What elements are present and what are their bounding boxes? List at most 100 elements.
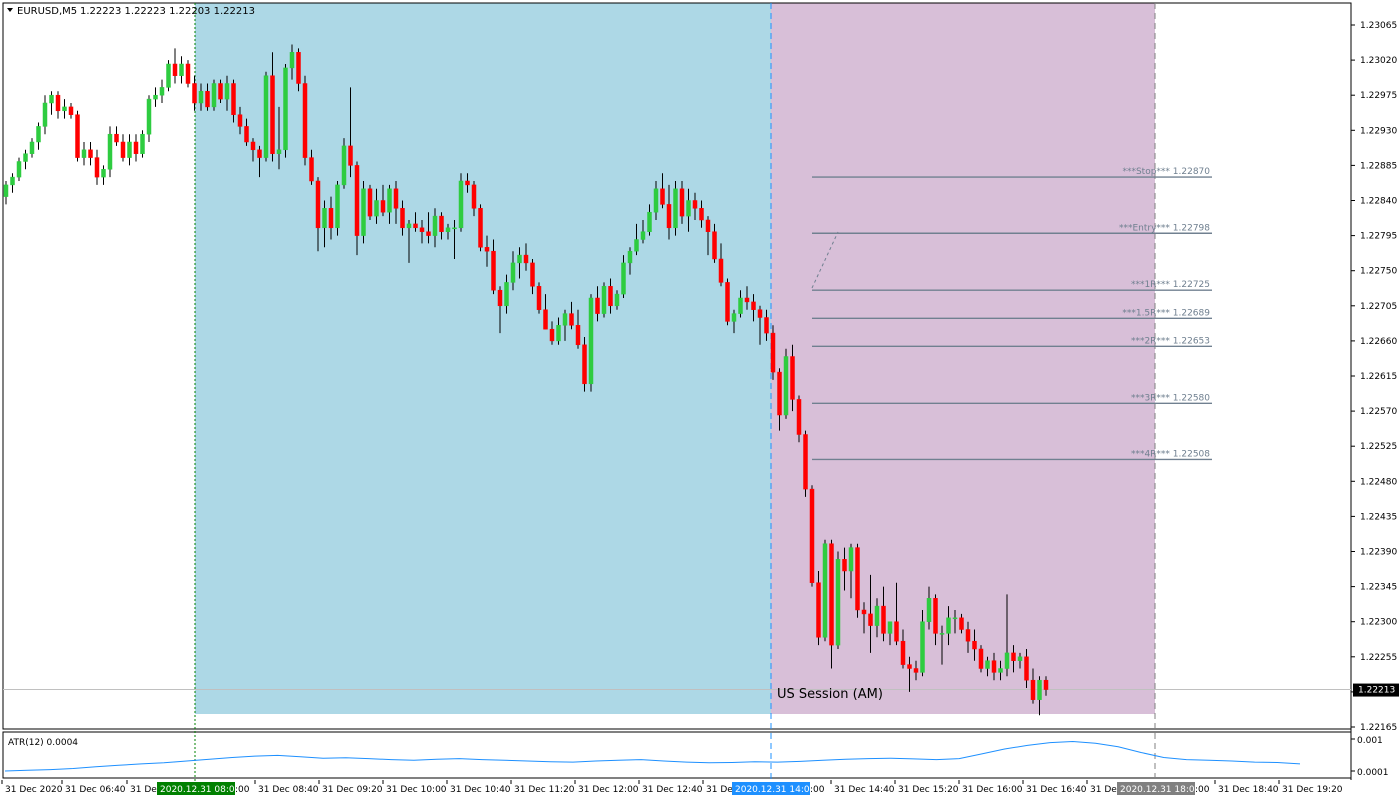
bull-candle bbox=[276, 149, 282, 154]
bull-candle bbox=[361, 188, 366, 236]
bear-candle bbox=[718, 258, 724, 283]
bear-candle bbox=[816, 582, 821, 638]
bear-candle bbox=[491, 250, 496, 291]
bull-candle bbox=[198, 91, 204, 104]
bull-candle bbox=[510, 262, 516, 283]
bull-candle bbox=[146, 98, 152, 135]
price-tick-label: 1.23065 bbox=[1360, 21, 1397, 31]
bear-candle bbox=[861, 609, 867, 615]
bull-candle bbox=[166, 63, 171, 88]
trade-level-label: ***Entry*** 1.22798 bbox=[1119, 223, 1210, 233]
chart-canvas[interactable]: ***Stop*** 1.22870 ***Entry*** 1.22798 ***… bbox=[0, 0, 1400, 800]
bear-candle bbox=[367, 188, 373, 217]
bull-candle bbox=[322, 208, 327, 229]
bull-candle bbox=[731, 313, 737, 322]
bear-candle bbox=[185, 63, 191, 84]
bear-candle bbox=[393, 188, 399, 209]
bear-candle bbox=[413, 223, 418, 229]
bear-candle bbox=[315, 180, 321, 229]
bull-candle bbox=[153, 94, 158, 100]
bull-candle bbox=[374, 200, 379, 217]
price-tick-label: 1.22255 bbox=[1360, 653, 1397, 663]
bull-candle bbox=[517, 254, 522, 264]
bear-candle bbox=[439, 215, 444, 232]
bear-candle bbox=[764, 317, 769, 334]
bull-candle bbox=[432, 215, 438, 236]
bull-candle bbox=[920, 621, 925, 673]
bull-candle bbox=[601, 286, 607, 314]
bull-candle bbox=[556, 325, 561, 342]
bear-candle bbox=[868, 613, 873, 626]
bull-candle bbox=[101, 169, 106, 178]
bull-candle bbox=[29, 141, 35, 154]
session-box-us-am bbox=[771, 3, 1155, 714]
bear-candle bbox=[991, 660, 997, 673]
price-tick-label: 1.22795 bbox=[1360, 232, 1397, 242]
bear-candle bbox=[133, 141, 139, 154]
bear-candle bbox=[257, 149, 262, 158]
time-tick-label: 31 Dec 16:00 bbox=[962, 785, 1023, 795]
time-marker-tail: :00 bbox=[1195, 785, 1210, 795]
bull-candle bbox=[36, 126, 41, 143]
bull-candle bbox=[452, 227, 457, 230]
bull-candle bbox=[939, 633, 945, 635]
bull-candle bbox=[10, 176, 15, 186]
bear-candle bbox=[354, 165, 360, 236]
price-tick-label: 1.22300 bbox=[1360, 618, 1397, 628]
time-tick-label: 31 De bbox=[706, 785, 733, 795]
mt4-chart-window: ***Stop*** 1.22870 ***Entry*** 1.22798 ***… bbox=[0, 0, 1400, 800]
time-tick-label: 31 Dec 16:40 bbox=[1026, 785, 1087, 795]
bear-candle bbox=[94, 157, 100, 178]
bear-candle bbox=[900, 640, 906, 665]
bull-candle bbox=[621, 262, 626, 295]
time-tick-label: 31 Dec 19:20 bbox=[1282, 785, 1343, 795]
bear-candle bbox=[400, 208, 405, 229]
bear-candle bbox=[309, 157, 314, 182]
bull-candle bbox=[341, 145, 347, 186]
bear-candle bbox=[575, 325, 581, 346]
bear-candle bbox=[770, 332, 776, 373]
bull-candle bbox=[127, 141, 132, 158]
price-tick-label: 1.22885 bbox=[1360, 161, 1397, 171]
bull-candle bbox=[640, 231, 646, 240]
trade-level-label: ***1.5R*** 1.22689 bbox=[1122, 308, 1210, 318]
bear-candle bbox=[595, 297, 600, 314]
price-tick-label: 1.22660 bbox=[1360, 337, 1397, 347]
bear-candle bbox=[543, 309, 548, 330]
bear-candle bbox=[744, 297, 750, 303]
bear-candle bbox=[205, 91, 210, 108]
bear-candle bbox=[231, 83, 236, 115]
bear-candle bbox=[250, 141, 256, 151]
bull-candle bbox=[42, 102, 48, 127]
time-marker-label: 2020.12.31 08:00 bbox=[160, 785, 241, 795]
time-tick-label: 31 Dec 06:40 bbox=[65, 785, 126, 795]
price-tick-label: 1.22570 bbox=[1360, 407, 1397, 417]
bear-candle bbox=[809, 488, 815, 583]
time-tick-label: 31 Dec 12:40 bbox=[642, 785, 703, 795]
bear-candle bbox=[679, 188, 685, 217]
bull-candle bbox=[998, 668, 1003, 673]
bear-candle bbox=[608, 286, 613, 307]
bear-candle bbox=[114, 133, 119, 143]
time-marker-tail: :00 bbox=[810, 785, 825, 795]
bull-candle bbox=[49, 94, 54, 104]
bull-candle bbox=[738, 297, 743, 314]
bull-candle bbox=[445, 227, 451, 232]
bear-candle bbox=[75, 114, 80, 158]
bear-candle bbox=[777, 371, 782, 416]
bear-candle bbox=[1011, 652, 1016, 661]
bull-candle bbox=[653, 188, 659, 213]
bull-candle bbox=[387, 188, 392, 213]
bear-candle bbox=[296, 52, 301, 84]
bull-candle bbox=[874, 605, 880, 626]
bear-candle bbox=[328, 208, 334, 229]
bear-candle bbox=[536, 286, 542, 310]
bear-candle bbox=[465, 180, 470, 186]
bull-candle bbox=[224, 83, 230, 100]
time-tick-label: 31 Dec 10:40 bbox=[450, 785, 511, 795]
current-price-value: 1.22213 bbox=[1358, 686, 1395, 696]
bull-candle bbox=[179, 63, 184, 76]
bear-candle bbox=[478, 208, 483, 248]
bull-candle bbox=[614, 293, 620, 307]
bull-candle bbox=[627, 250, 633, 264]
